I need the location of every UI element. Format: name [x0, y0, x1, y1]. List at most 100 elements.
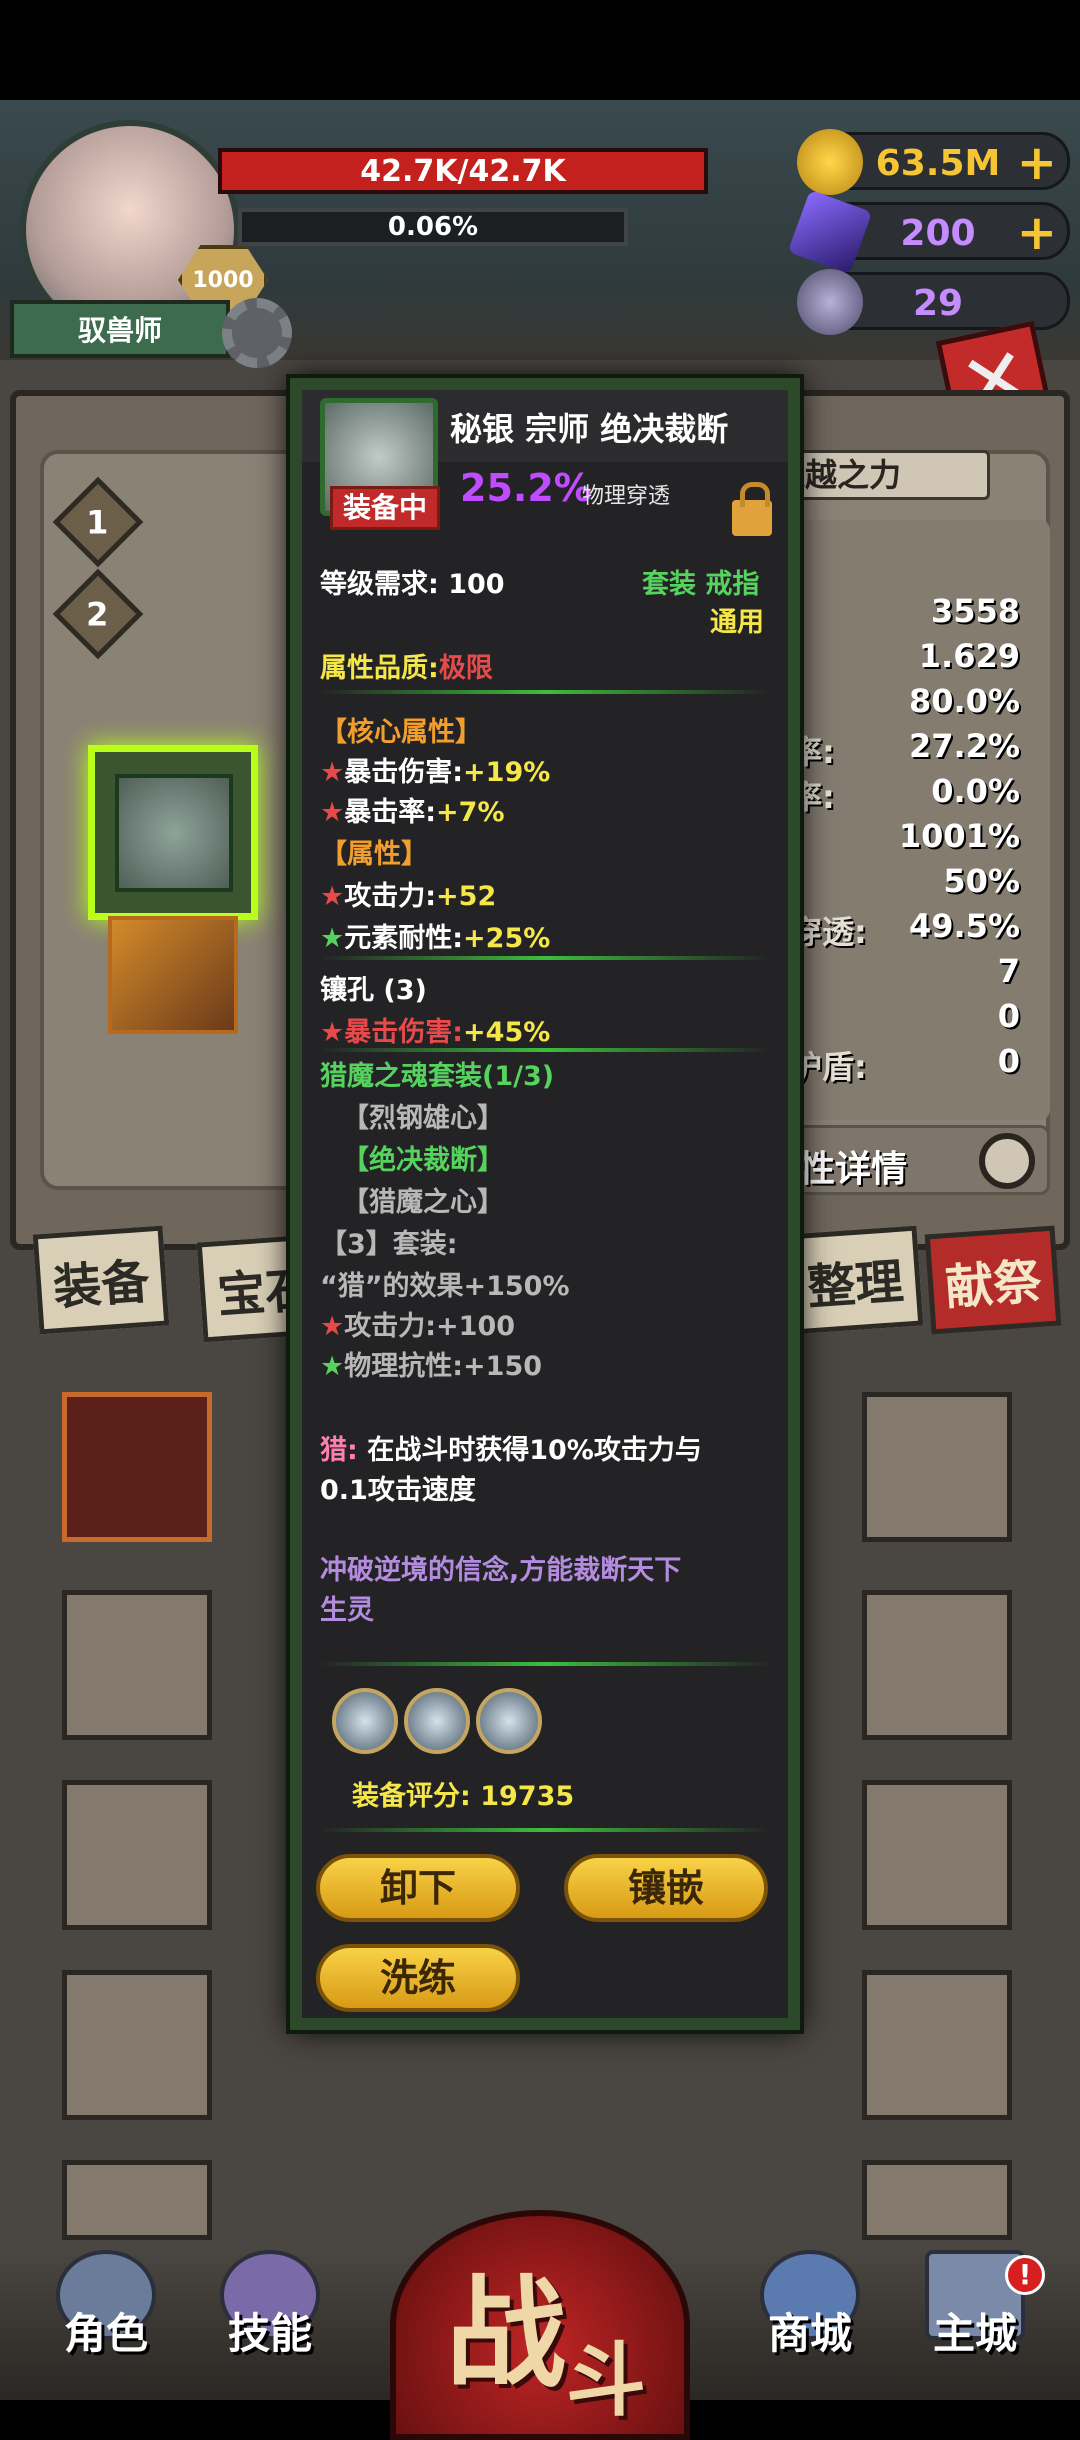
socket-label: 暴击伤害:	[344, 1017, 464, 1048]
inventory-slot[interactable]	[62, 1590, 212, 1740]
lock-icon[interactable]	[732, 482, 772, 536]
item-detail-popup: 装备中 秘银 宗师 绝决裁断 25.2% 物理穿透 等级需求: 100 套装 戒…	[286, 374, 804, 2034]
fight-label-2: 斗	[566, 2334, 646, 2427]
set-type: 套装 戒指	[642, 569, 760, 600]
inventory-slot[interactable]	[62, 2160, 212, 2240]
stat-value: 0.0%	[931, 772, 1020, 810]
socket-gem-icon	[476, 1688, 542, 1754]
attr-row: ★攻击力:+52	[320, 874, 496, 913]
star-icon: ★	[320, 1017, 345, 1048]
class-name: 驭兽师	[77, 314, 162, 347]
star-icon: ★	[320, 757, 345, 788]
star-icon: ★	[320, 797, 345, 828]
nav-skills-button[interactable]: 技能	[200, 2250, 340, 2390]
gold-value: 63.5M	[875, 143, 1001, 184]
separator	[320, 1828, 770, 1832]
inventory-slot[interactable]	[862, 1780, 1012, 1930]
core-attr-value: +7%	[436, 797, 505, 828]
attr-value: +52	[436, 881, 497, 912]
level-requirement: 等级需求: 100	[320, 562, 505, 601]
stat-value: 1.629	[918, 637, 1020, 675]
set-piece: 【猎魔之心】	[342, 1187, 504, 1218]
nav-role-button[interactable]: 角色	[36, 2250, 176, 2390]
loadout-tab-2-label: 2	[86, 595, 109, 634]
stat-value: 7	[997, 952, 1020, 990]
class-banner: 驭兽师	[10, 300, 230, 358]
exp-bar: 0.06%	[238, 208, 628, 246]
weapon-equip-slot[interactable]	[108, 916, 238, 1034]
tab-equipment[interactable]: 装备	[32, 1225, 170, 1335]
star-icon: ★	[320, 923, 345, 954]
core-attr-header: 【核心属性】	[320, 717, 482, 748]
score-value: 19735	[480, 1781, 575, 1812]
equipped-badge: 装备中	[330, 486, 440, 530]
quality-label: 属性品质:	[320, 653, 439, 684]
notification-badge: !	[1005, 2255, 1045, 2295]
set-bonus-row: ★物理抗性:+150	[320, 1344, 542, 1383]
add-gold-button[interactable]: +	[1017, 135, 1057, 191]
stat-value: 0	[997, 997, 1020, 1035]
score-label: 装备评分:	[352, 1781, 471, 1812]
stat-value: 27.2%	[908, 727, 1020, 765]
unequip-button[interactable]: 卸下	[316, 1854, 520, 1922]
stat-label: 穿透:	[790, 913, 867, 951]
tab-sort[interactable]: 整理	[786, 1225, 924, 1335]
hunt-label: 猎:	[320, 1435, 358, 1466]
nav-role-label: 角色	[63, 2309, 148, 2358]
inventory-slot[interactable]	[862, 1392, 1012, 1542]
nav-city-label: 主城	[932, 2309, 1017, 2358]
quality: 属性品质:极限	[320, 646, 493, 685]
inventory-item-bow[interactable]	[62, 1392, 212, 1542]
level-value: 1000	[192, 267, 254, 293]
set-bonus-row: ★攻击力:+100	[320, 1304, 515, 1343]
set-bonus-row: “猎”的效果+150%	[320, 1271, 570, 1302]
gold-coin-icon	[797, 129, 863, 195]
hunt-text-line-1: 在战斗时获得10%攻击力与	[367, 1435, 702, 1466]
attr-label: 元素耐性:	[344, 923, 464, 954]
gem-resource: 200 +	[787, 189, 1070, 275]
hp-text: 42.7K/42.7K	[360, 153, 566, 189]
inventory-slot[interactable]	[862, 1590, 1012, 1740]
nav-shop-button[interactable]: 商城	[740, 2250, 880, 2390]
core-attr-label: 暴击率:	[344, 797, 437, 828]
stat-value: 50%	[943, 862, 1020, 900]
tab-sacrifice[interactable]: 献祭	[924, 1225, 1062, 1335]
item-title: 秘银 宗师 绝决裁断	[450, 410, 729, 448]
refine-button[interactable]: 洗练	[316, 1944, 520, 2012]
fight-button[interactable]: 战 斗	[390, 2210, 690, 2440]
inventory-slot[interactable]	[62, 1780, 212, 1930]
inlay-button[interactable]: 镶嵌	[564, 1854, 768, 1922]
fight-label-1: 战	[446, 2265, 566, 2404]
set-usage: 通用	[710, 607, 764, 638]
item-main-percent-label: 物理穿透	[582, 484, 671, 509]
set-bonus-label: 物理抗性:	[344, 1351, 464, 1382]
stat-value: 49.5%	[908, 907, 1020, 945]
inventory-slot[interactable]	[62, 1970, 212, 2120]
token-value: 29	[912, 283, 964, 324]
core-attr-row: ★暴击伤害:+19%	[320, 750, 550, 789]
stat-value: 3558	[930, 592, 1020, 630]
core-attr-value: +19%	[463, 757, 551, 788]
separator	[320, 690, 770, 694]
flavor-text-line-1: 冲破逆境的信念,方能裁断天下	[320, 1555, 682, 1586]
flavor-text-line-2: 生灵	[320, 1595, 374, 1626]
nav-shop-label: 商城	[767, 2309, 852, 2358]
equipment-score: 装备评分: 19735	[352, 1774, 574, 1813]
star-icon: ★	[320, 1351, 345, 1382]
inventory-slot[interactable]	[862, 2160, 1012, 2240]
socket-header: 镶孔 (3)	[320, 975, 427, 1006]
separator	[320, 1662, 770, 1666]
stat-value: 1001%	[898, 817, 1020, 855]
settings-gear-icon[interactable]	[222, 298, 292, 368]
add-gem-button[interactable]: +	[1017, 205, 1057, 261]
level-req-value: 100	[448, 569, 505, 600]
inventory-slot[interactable]	[862, 1970, 1012, 2120]
exp-text: 0.06%	[387, 212, 479, 242]
ring-item-icon	[115, 774, 233, 892]
separator	[320, 956, 770, 960]
set-piece-active: 【绝决裁断】	[342, 1145, 504, 1176]
set-name: 猎魔之魂套装(1/3)	[320, 1061, 555, 1092]
stat-value: 80.0%	[908, 682, 1020, 720]
ring-equip-slot-selected[interactable]	[88, 745, 258, 920]
set-bonus-value: +150	[463, 1351, 543, 1382]
